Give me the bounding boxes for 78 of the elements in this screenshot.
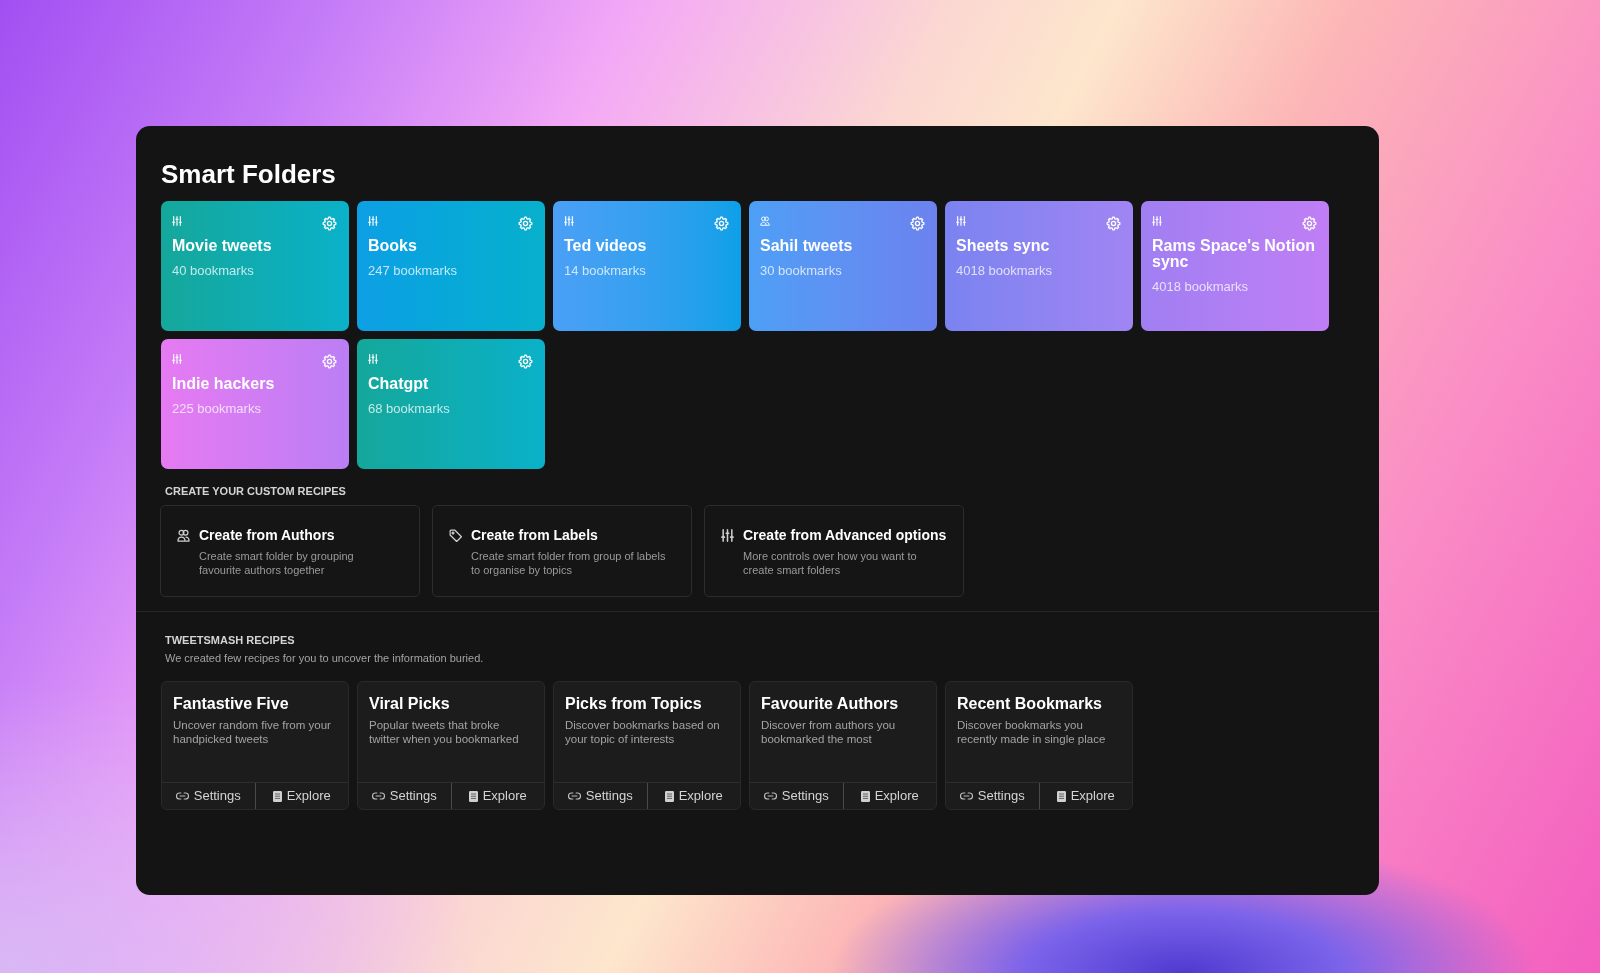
settings-button[interactable]: Settings — [358, 783, 451, 809]
tag-icon — [449, 529, 462, 542]
link-icon — [763, 792, 777, 800]
sliders-icon — [368, 216, 378, 226]
recipe-description: Popular tweets that broke twitter when you bookmarked — [369, 718, 520, 746]
users-icon — [760, 216, 770, 226]
link-icon — [959, 792, 973, 800]
recipe-option-card[interactable]: Create from Authors Create smart folder by grouping favourite authors together — [160, 505, 420, 597]
folder-title: Indie hackers — [172, 376, 275, 392]
explore-button[interactable]: Explore — [842, 783, 936, 809]
bookmark-count: 40 bookmarks — [172, 263, 254, 279]
recipe-option-card[interactable]: Create from Labels Create smart folder from group of labels to organise by topics — [432, 505, 692, 597]
explore-button[interactable]: Explore — [450, 783, 544, 809]
explore-button[interactable]: Explore — [254, 783, 348, 809]
bookmark-count: 247 bookmarks — [368, 263, 457, 279]
settings-button[interactable]: Settings — [946, 783, 1039, 809]
recipe-title: Fantastive Five — [173, 695, 289, 713]
folder-title: Ted videos — [564, 238, 647, 254]
explore-button[interactable]: Explore — [1038, 783, 1132, 809]
recipe-title: Recent Bookmarks — [957, 695, 1102, 713]
bookmark-count: 4018 bookmarks — [956, 263, 1053, 279]
recipe-option-title: Create from Authors — [199, 526, 335, 544]
sliders-icon — [1152, 216, 1162, 226]
settings-icon[interactable] — [1302, 216, 1317, 231]
recipe-description: Discover bookmarks you recently made in single place — [957, 718, 1107, 746]
document-icon — [1056, 790, 1066, 802]
sliders-icon — [172, 216, 182, 226]
folder-title: Movie tweets — [172, 238, 272, 254]
settings-icon[interactable] — [910, 216, 925, 231]
recipe-title: Picks from Topics — [565, 695, 702, 713]
bookmark-count: 4018 bookmarks — [1152, 279, 1249, 295]
sliders-icon — [172, 354, 182, 364]
section-heading: TWEETSMASH RECIPES — [165, 633, 295, 647]
bookmark-count: 225 bookmarks — [172, 401, 261, 417]
document-icon — [860, 790, 870, 802]
settings-icon[interactable] — [322, 216, 337, 231]
settings-button[interactable]: Settings — [750, 783, 843, 809]
page-title: Smart Folders — [161, 159, 336, 189]
explore-button[interactable]: Explore — [646, 783, 740, 809]
bookmark-count: 68 bookmarks — [368, 401, 450, 417]
settings-icon[interactable] — [714, 216, 729, 231]
recipe-title: Viral Picks — [369, 695, 450, 713]
recipe-option-description: Create smart folder from group of labels to organise by topics — [471, 549, 667, 577]
folder-title: Rams Space's Notion sync — [1152, 238, 1316, 270]
settings-icon[interactable] — [518, 216, 533, 231]
settings-button[interactable]: Settings — [554, 783, 647, 809]
recipe-option-description: Create smart folder by grouping favourite authors together — [199, 549, 355, 577]
recipe-description: Discover bookmarks based on your topic of interests — [565, 718, 721, 746]
recipe-option-card[interactable]: Create from Advanced options More controls over how you want to create smart folders — [704, 505, 964, 597]
bookmark-count: 30 bookmarks — [760, 263, 842, 279]
folder-title: Chatgpt — [368, 376, 429, 392]
document-icon — [664, 790, 674, 802]
document-icon — [272, 790, 282, 802]
folder-title: Books — [368, 238, 417, 254]
recipe-title: Favourite Authors — [761, 695, 899, 713]
document-icon — [468, 790, 478, 802]
users-icon — [177, 529, 190, 542]
link-icon — [175, 792, 189, 800]
folder-title: Sheets sync — [956, 238, 1050, 254]
settings-button[interactable]: Settings — [162, 783, 255, 809]
link-icon — [371, 792, 385, 800]
recipe-option-title: Create from Labels — [471, 526, 598, 544]
sliders-icon — [564, 216, 574, 226]
recipe-option-description: More controls over how you want to create smart folders — [743, 549, 918, 577]
settings-icon[interactable] — [322, 354, 337, 369]
section-description: We created few recipes for you to uncover the information buried. — [165, 651, 484, 665]
sliders-icon — [956, 216, 966, 226]
folder-title: Sahil tweets — [760, 238, 853, 254]
recipe-description: Discover from authors you bookmarked the most — [761, 718, 897, 746]
link-icon — [567, 792, 581, 800]
settings-icon[interactable] — [518, 354, 533, 369]
bookmark-count: 14 bookmarks — [564, 263, 646, 279]
recipe-description: Uncover random five from your handpicked tweets — [173, 718, 332, 746]
settings-icon[interactable] — [1106, 216, 1121, 231]
sliders-icon — [368, 354, 378, 364]
sliders-icon — [721, 529, 734, 542]
section-heading: CREATE YOUR CUSTOM RECIPES — [165, 484, 346, 498]
recipe-option-title: Create from Advanced options — [743, 526, 947, 544]
